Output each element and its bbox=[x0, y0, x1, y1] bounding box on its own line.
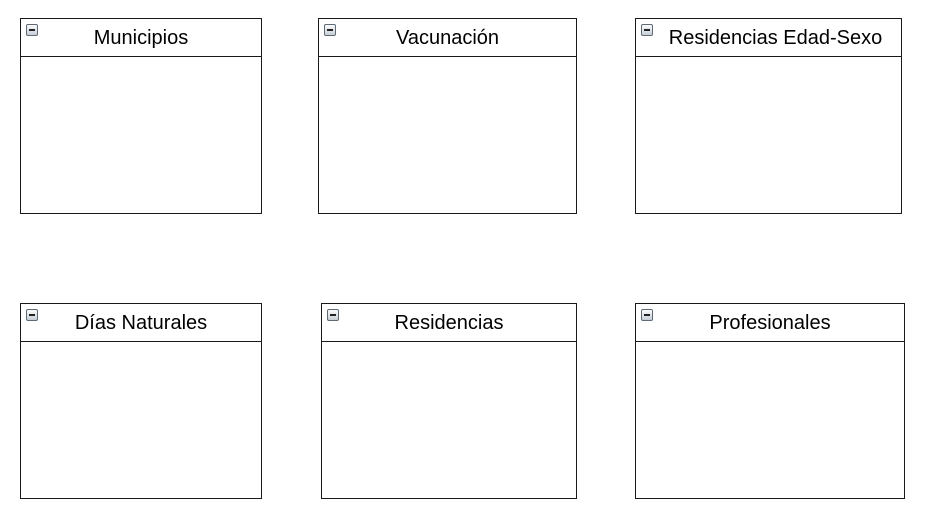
collapse-minus-icon[interactable] bbox=[26, 24, 38, 36]
entity-title: Residencias bbox=[394, 311, 504, 334]
entity-header: Municipios bbox=[21, 19, 261, 57]
entity-title: Municipios bbox=[93, 26, 189, 49]
entity-municipios[interactable]: Municipios bbox=[20, 18, 262, 214]
entity-title: Días Naturales bbox=[74, 311, 208, 334]
entity-title: Residencias Edad-Sexo bbox=[668, 26, 883, 49]
entity-header: Vacunación bbox=[319, 19, 576, 57]
entity-residencias-edad-sexo[interactable]: Residencias Edad-Sexo bbox=[635, 18, 902, 214]
entity-dias-naturales[interactable]: Días Naturales bbox=[20, 303, 262, 499]
entity-header: Residencias bbox=[322, 304, 576, 342]
entity-header: Profesionales bbox=[636, 304, 904, 342]
entity-title: Vacunación bbox=[395, 26, 500, 49]
collapse-minus-icon[interactable] bbox=[26, 309, 38, 321]
collapse-minus-icon[interactable] bbox=[324, 24, 336, 36]
entity-header: Días Naturales bbox=[21, 304, 261, 342]
entity-residencias[interactable]: Residencias bbox=[321, 303, 577, 499]
collapse-minus-icon[interactable] bbox=[327, 309, 339, 321]
entity-vacunacion[interactable]: Vacunación bbox=[318, 18, 577, 214]
collapse-minus-icon[interactable] bbox=[641, 24, 653, 36]
entity-title: Profesionales bbox=[709, 311, 831, 334]
entity-header: Residencias Edad-Sexo bbox=[636, 19, 901, 57]
entity-profesionales[interactable]: Profesionales bbox=[635, 303, 905, 499]
collapse-minus-icon[interactable] bbox=[641, 309, 653, 321]
